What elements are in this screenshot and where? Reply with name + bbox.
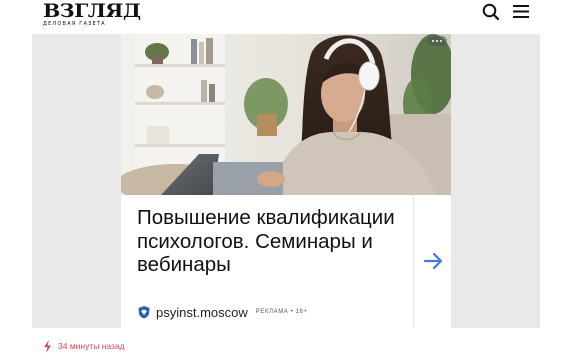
page-margin-left bbox=[0, 0, 32, 360]
menu-button[interactable] bbox=[510, 1, 534, 23]
search-icon bbox=[482, 3, 500, 21]
ad-photo[interactable] bbox=[121, 34, 451, 195]
ad-label: РЕКЛАМА • 16+ bbox=[255, 309, 308, 315]
ad-domain[interactable]: psyinst.moscow bbox=[156, 305, 248, 320]
page-margin-right bbox=[540, 0, 572, 360]
search-button[interactable] bbox=[480, 1, 502, 23]
more-icon bbox=[432, 40, 434, 42]
logo-title: ВЗГЛЯД bbox=[43, 0, 141, 22]
ad-more-button[interactable] bbox=[427, 36, 447, 46]
site-header: ВЗГЛЯД Деловая газета bbox=[32, 0, 540, 34]
ad-area: Повышение квалификации психологов. Семин… bbox=[32, 34, 540, 328]
news-feed: 34 минуты назад bbox=[32, 328, 540, 360]
menu-icon bbox=[513, 5, 529, 18]
more-icon-dot bbox=[436, 40, 438, 42]
lightning-icon bbox=[44, 339, 51, 353]
timestamp-text: 34 минуты назад bbox=[58, 341, 125, 351]
news-timestamp: 34 минуты назад bbox=[43, 339, 125, 353]
shield-logo-icon bbox=[138, 306, 150, 319]
ad-text-block[interactable]: Повышение квалификации психологов. Семин… bbox=[121, 195, 413, 328]
ad-source[interactable]: psyinst.moscow РЕКЛАМА • 16+ bbox=[137, 303, 308, 321]
page: ВЗГЛЯД Деловая газета bbox=[0, 0, 572, 360]
site-logo[interactable]: ВЗГЛЯД Деловая газета bbox=[43, 2, 141, 28]
ad-photo-image bbox=[121, 34, 451, 195]
arrow-right-icon bbox=[423, 252, 443, 270]
ad-headline[interactable]: Повышение квалификации психологов. Семин… bbox=[137, 206, 407, 277]
ad-go-button[interactable] bbox=[414, 195, 451, 328]
more-icon-dot bbox=[440, 40, 442, 42]
ad-card[interactable]: Повышение квалификации психологов. Семин… bbox=[121, 34, 451, 328]
